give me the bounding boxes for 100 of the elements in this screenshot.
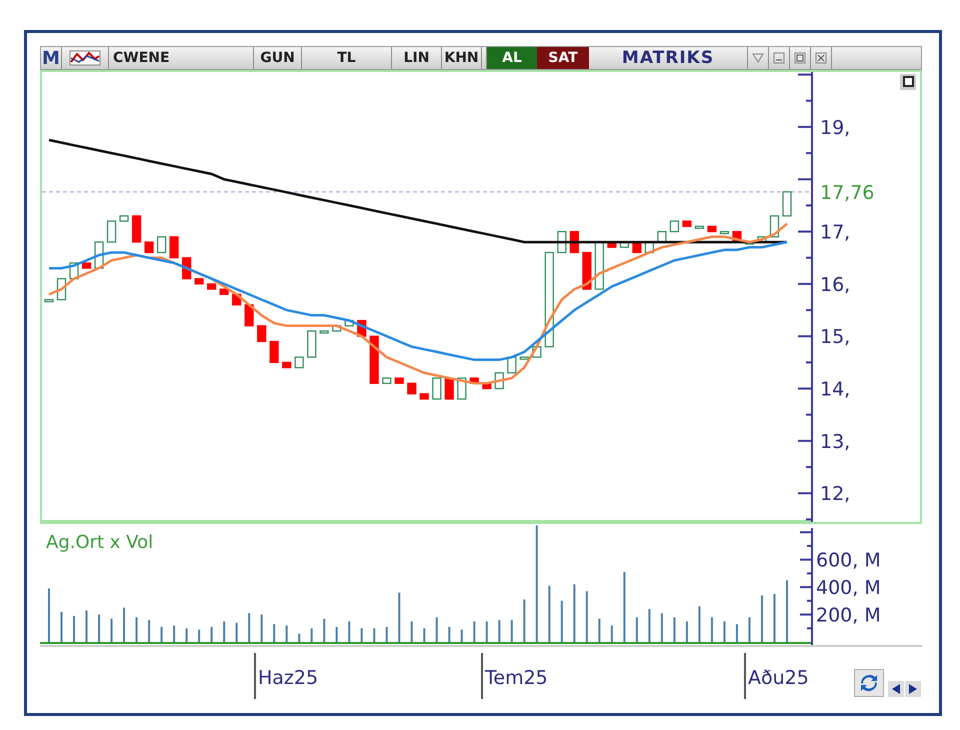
- price-axis-label: 14,: [820, 378, 850, 401]
- volume-bar: [436, 617, 438, 642]
- volume-bar: [673, 617, 676, 642]
- volume-bar: [336, 626, 338, 642]
- volume-bar: [636, 617, 638, 642]
- candle: [220, 288, 229, 295]
- price-axis-label: 17,: [820, 222, 850, 244]
- volume-bar: [160, 626, 163, 642]
- candle: [257, 325, 266, 342]
- refresh-button[interactable]: [854, 669, 884, 697]
- volume-bar: [123, 608, 126, 642]
- volume-bar: [110, 618, 113, 642]
- candle: [557, 231, 566, 254]
- date-tick: [481, 653, 483, 699]
- toolbar-button[interactable]: LIN: [392, 47, 442, 69]
- candle: [44, 299, 54, 302]
- candle: [607, 241, 616, 248]
- candle: [707, 226, 717, 232]
- volume-bar: [723, 621, 726, 642]
- candle: [594, 241, 604, 290]
- date-label: Tem25: [485, 667, 548, 689]
- candle: [507, 356, 516, 374]
- app-logo: M: [41, 47, 62, 69]
- volume-bar: [473, 621, 476, 642]
- volume-bar: [423, 628, 426, 642]
- volume-bar: [610, 626, 613, 642]
- volume-bar: [373, 628, 376, 642]
- volume-bar: [398, 592, 400, 642]
- candle: [720, 231, 730, 234]
- candle: [657, 231, 667, 243]
- candle: [169, 236, 179, 258]
- square-icon[interactable]: [900, 74, 916, 90]
- candle: [106, 220, 116, 243]
- date-label: Aðu25: [748, 667, 809, 689]
- candle: [444, 378, 454, 400]
- toolbar-button[interactable]: TL: [302, 47, 392, 69]
- volume-bar: [523, 599, 526, 642]
- volume-bar: [486, 621, 488, 642]
- candle: [582, 252, 592, 290]
- volume-bar: [73, 616, 76, 642]
- volume-bar: [698, 606, 700, 642]
- toolbar-button[interactable]: GUN: [254, 47, 302, 69]
- candle: [782, 191, 792, 216]
- volume-bar: [736, 624, 738, 642]
- date-tick: [744, 653, 746, 699]
- brand-logo: MATRIKS: [589, 47, 748, 69]
- candle: [470, 378, 479, 384]
- candle: [119, 215, 129, 222]
- volume-axis-label: 400, M: [816, 577, 881, 600]
- sell-button[interactable]: SAT: [537, 47, 589, 69]
- volume-axis-label: 600, M: [816, 550, 881, 572]
- candle: [320, 330, 329, 334]
- candle: [407, 382, 416, 394]
- scroll-left-button[interactable]: [888, 681, 904, 697]
- candle: [132, 215, 142, 243]
- candle: [482, 382, 492, 390]
- candle: [694, 226, 704, 229]
- volume-bar: [460, 630, 463, 642]
- candle: [670, 220, 680, 232]
- candle: [207, 283, 216, 290]
- candle: [344, 320, 354, 326]
- candle: [382, 378, 392, 384]
- volume-bar: [573, 584, 576, 642]
- scroll-right-button[interactable]: [905, 681, 921, 697]
- volume-bar: [236, 622, 238, 642]
- candle: [144, 241, 154, 254]
- symbol-field[interactable]: CWENE: [109, 47, 254, 69]
- volume-bar: [498, 620, 500, 642]
- candle: [307, 330, 316, 358]
- volume-bar: [173, 626, 176, 642]
- right-arrow-icon: [908, 684, 918, 694]
- candle: [620, 241, 629, 248]
- buy-button[interactable]: AL: [487, 47, 537, 69]
- volume-bar: [448, 626, 450, 642]
- candle: [394, 378, 404, 384]
- toolbar-button[interactable]: KHN: [442, 47, 482, 69]
- volume-bar: [710, 617, 713, 642]
- volume-bar: [286, 626, 288, 642]
- candle: [770, 215, 780, 238]
- candle: [244, 304, 254, 326]
- price-axis-label: 15,: [820, 326, 850, 348]
- volume-bar: [186, 628, 188, 642]
- volume-bar: [136, 617, 138, 642]
- volume-bar: [198, 630, 200, 642]
- price-axis-label: 16,: [820, 274, 850, 296]
- price-axis-label: 12,: [820, 483, 850, 506]
- candle: [370, 336, 379, 384]
- volume-bar: [410, 621, 413, 642]
- indicator-legend: Ag.Ort x Vol: [46, 532, 154, 553]
- volume-bar: [686, 621, 688, 642]
- volume-bar: [360, 628, 363, 642]
- volume-bar: [586, 591, 588, 642]
- volume-bar: [310, 628, 313, 642]
- refresh-icon: [859, 674, 879, 692]
- candle: [520, 356, 529, 360]
- volume-bar: [210, 626, 213, 642]
- candle: [682, 220, 692, 227]
- volume-bar: [660, 613, 663, 642]
- volume-bar: [598, 618, 600, 642]
- price-axis-label: 13,: [820, 430, 850, 453]
